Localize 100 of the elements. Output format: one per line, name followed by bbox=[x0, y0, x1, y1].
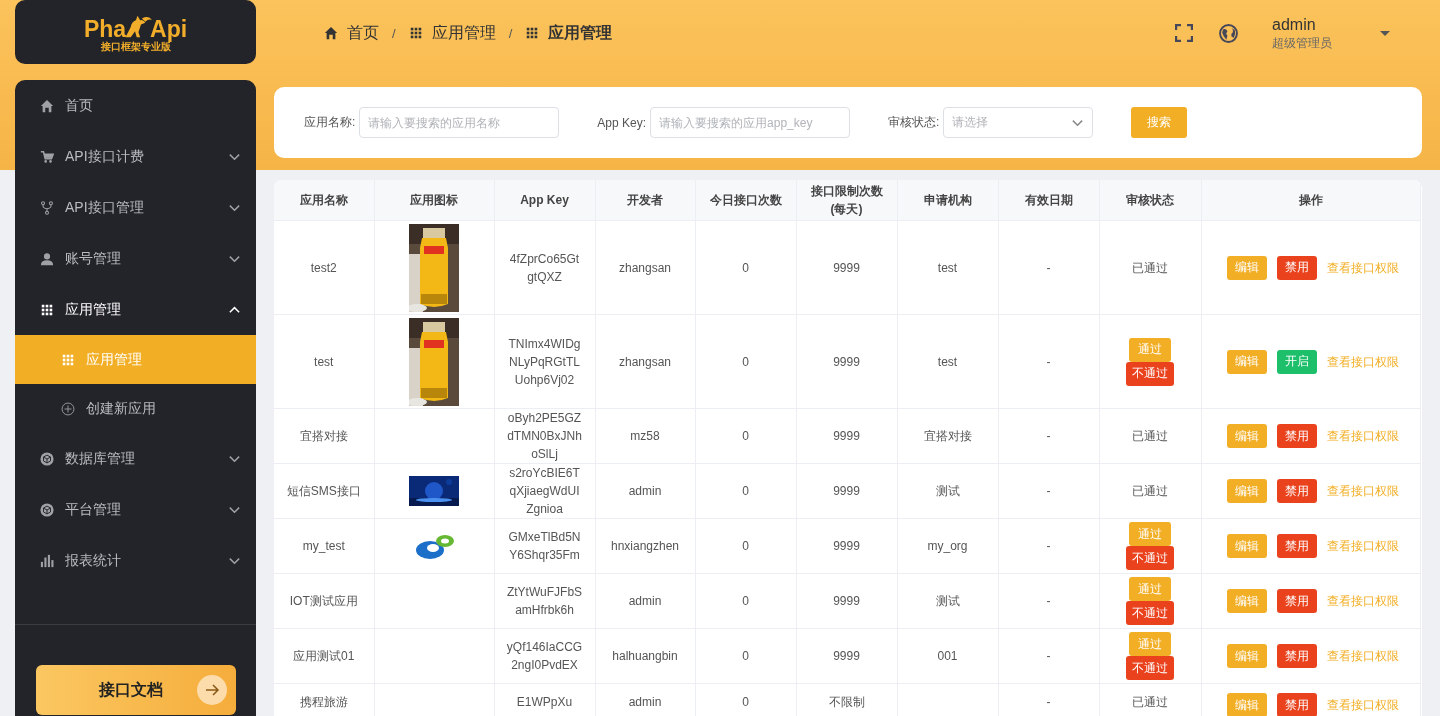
reject-button[interactable]: 不通过 bbox=[1126, 656, 1174, 680]
sidebar-subitem[interactable]: 创建新应用 bbox=[15, 384, 256, 433]
disable-button[interactable]: 禁用 bbox=[1276, 693, 1317, 716]
api-docs-button[interactable]: 接口文档 bbox=[35, 665, 236, 715]
search-field[interactable]: 请输入要搜索的应用名称 bbox=[359, 107, 560, 138]
home-icon bbox=[40, 98, 54, 113]
table-cell: 已通过 bbox=[1099, 220, 1201, 315]
grid-icon bbox=[40, 302, 54, 317]
table-cell: GMxeTlBd5NY6Shqr35Fm bbox=[494, 518, 595, 574]
cart-icon bbox=[40, 149, 54, 164]
sidebar-item[interactable]: 应用管理 bbox=[15, 284, 256, 335]
reject-button[interactable]: 不通过 bbox=[1126, 546, 1174, 570]
cube-icon bbox=[40, 502, 54, 517]
field-label: App Key: bbox=[597, 115, 647, 130]
field-label: 应用名称: bbox=[304, 114, 356, 131]
table-cell: yQf146IaCCG2ngI0PvdEX bbox=[494, 628, 595, 684]
column-header: 申请机构 bbox=[897, 180, 998, 221]
table-cell: 4fZprCo65GtgtQXZ bbox=[494, 220, 595, 315]
table-cell: halhuangbin bbox=[595, 628, 695, 684]
column-header: App Key bbox=[494, 180, 595, 221]
reject-button[interactable]: 不通过 bbox=[1126, 601, 1174, 625]
search-field[interactable]: 请输入要搜索的应用app_key bbox=[650, 107, 851, 138]
user-name[interactable]: admin bbox=[1272, 15, 1350, 35]
table-cell: - bbox=[998, 463, 1099, 519]
permissions-link[interactable]: 查看接口权限 bbox=[1326, 647, 1399, 665]
table-cell: my_test bbox=[274, 518, 374, 574]
permissions-link[interactable]: 查看接口权限 bbox=[1326, 352, 1399, 371]
column-header: 今日接口次数 bbox=[695, 180, 796, 221]
caret-down-icon[interactable] bbox=[1380, 30, 1390, 36]
disable-button[interactable]: 禁用 bbox=[1276, 644, 1317, 668]
table-cell: 0 bbox=[695, 463, 796, 519]
user-role: 超级管理员 bbox=[1272, 35, 1333, 51]
table-cell: test bbox=[897, 220, 998, 315]
breadcrumb-link[interactable]: 应用管理 bbox=[431, 22, 496, 44]
reject-button[interactable]: 不通过 bbox=[1126, 361, 1174, 386]
table-cell: 9999 bbox=[796, 573, 897, 629]
table-cell: admin bbox=[595, 573, 695, 629]
permissions-link[interactable]: 查看接口权限 bbox=[1326, 696, 1399, 714]
globe-icon[interactable] bbox=[1219, 23, 1238, 43]
column-header: 审核状态 bbox=[1099, 180, 1201, 221]
column-header: 应用名称 bbox=[274, 180, 374, 221]
table-cell: hnxiangzhen bbox=[595, 518, 695, 574]
disable-button[interactable]: 禁用 bbox=[1276, 255, 1317, 280]
table-cell: 0 bbox=[695, 408, 796, 464]
table-cell: 0 bbox=[695, 220, 796, 315]
sidebar-item[interactable]: 数据库管理 bbox=[15, 433, 256, 484]
column-header: 开发者 bbox=[595, 180, 695, 221]
table-cell: 0 bbox=[695, 518, 796, 574]
table-cell: - bbox=[998, 628, 1099, 684]
arrow-right-icon bbox=[196, 675, 227, 705]
permissions-link[interactable]: 查看接口权限 bbox=[1326, 482, 1399, 500]
enable-button[interactable]: 开启 bbox=[1276, 349, 1317, 374]
permissions-link[interactable]: 查看接口权限 bbox=[1326, 258, 1399, 277]
column-header: 有效日期 bbox=[998, 180, 1099, 221]
sidebar-item[interactable]: 平台管理 bbox=[15, 484, 256, 535]
table-cell: - bbox=[998, 314, 1099, 409]
breadcrumb-separator: / bbox=[508, 25, 513, 41]
table-cell: 9999 bbox=[796, 628, 897, 684]
table-cell: - bbox=[998, 573, 1099, 629]
permissions-link[interactable]: 查看接口权限 bbox=[1326, 537, 1399, 555]
table-cell: mz58 bbox=[595, 408, 695, 464]
table-cell: 0 bbox=[695, 628, 796, 684]
breadcrumb-separator: / bbox=[392, 25, 396, 41]
table-cell: 应用测试01 bbox=[274, 628, 374, 684]
grid-icon bbox=[408, 26, 423, 40]
table-cell: 0 bbox=[695, 314, 796, 409]
table-cell: 9999 bbox=[796, 518, 897, 574]
table-cell: admin bbox=[595, 463, 695, 519]
sidebar-item[interactable]: API接口计费 bbox=[15, 131, 256, 182]
table-cell: zhangsan bbox=[595, 314, 695, 409]
table-cell: IOT测试应用 bbox=[274, 573, 374, 629]
table-cell: 001 bbox=[897, 628, 998, 684]
table-cell: my_org bbox=[897, 518, 998, 574]
sidebar-item[interactable]: API接口管理 bbox=[15, 182, 256, 233]
sidebar-item[interactable]: 账号管理 bbox=[15, 233, 256, 284]
column-header: 应用图标 bbox=[374, 180, 494, 221]
table-cell: test bbox=[274, 314, 374, 409]
fullscreen-icon[interactable] bbox=[1175, 24, 1193, 42]
table-cell: - bbox=[998, 408, 1099, 464]
table-cell: 短信SMS接口 bbox=[274, 463, 374, 519]
disable-button[interactable]: 禁用 bbox=[1276, 534, 1317, 558]
table-cell: 9999 bbox=[796, 408, 897, 464]
permissions-link[interactable]: 查看接口权限 bbox=[1326, 427, 1399, 445]
disable-button[interactable]: 禁用 bbox=[1276, 589, 1317, 613]
home-icon bbox=[324, 26, 338, 40]
table-cell: - bbox=[998, 220, 1099, 315]
logo-text: Api bbox=[150, 16, 188, 41]
status-dropdown[interactable]: 请选择 bbox=[943, 107, 1094, 138]
breadcrumb-link[interactable]: 首页 bbox=[347, 22, 379, 44]
bar-chart-icon bbox=[40, 553, 54, 568]
table-cell: TNImx4WIDgNLyPqRGtTLUohp6Vj02 bbox=[494, 314, 595, 409]
permissions-link[interactable]: 查看接口权限 bbox=[1326, 592, 1399, 610]
sidebar-item[interactable]: 首页 bbox=[15, 80, 256, 131]
logo-text: Pha bbox=[83, 16, 127, 41]
disable-button[interactable]: 禁用 bbox=[1276, 424, 1317, 448]
column-header: 接口限制次数(每天) bbox=[796, 180, 897, 221]
disable-button[interactable]: 禁用 bbox=[1276, 479, 1317, 503]
table-cell: ZtYtWuFJFbSamHfrbk6h bbox=[494, 573, 595, 629]
sidebar-item[interactable]: 报表统计 bbox=[15, 535, 256, 586]
table-cell: test2 bbox=[274, 220, 374, 315]
